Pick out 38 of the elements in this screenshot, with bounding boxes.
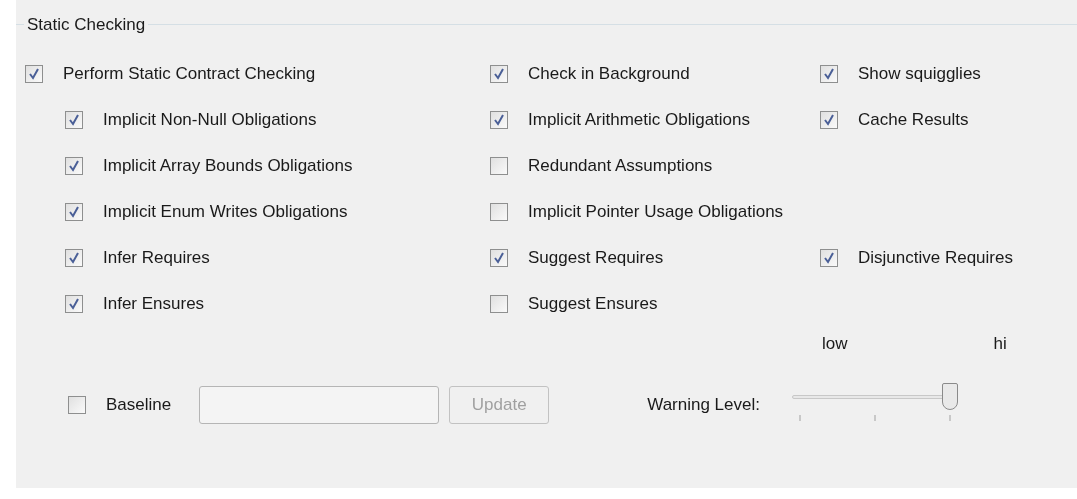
checkbox[interactable] [25,64,43,83]
warning-level-label: Warning Level: [647,393,760,416]
checkbox-label: Infer Ensures [103,292,205,315]
high-label: hi [993,332,1007,355]
checkbox-label: Implicit Non-Null Obligations [103,108,317,131]
checkbox-label: Show squigglies [858,62,981,85]
group-title: Static Checking [26,14,147,36]
checkbox[interactable] [68,395,86,414]
checkbox[interactable] [65,248,83,267]
checkbox-label: Implicit Arithmetic Obligations [528,108,751,131]
checkbox-label: Check in Background [528,62,690,85]
checkbox[interactable] [820,248,838,267]
checkbox-label: Suggest Requires [528,246,664,269]
checkbox-label: Cache Results [858,108,969,131]
checkbox[interactable] [490,110,508,129]
checkbox[interactable] [65,110,83,129]
checkbox-label: Implicit Pointer Usage Obligations [528,200,784,223]
checkbox-label: Implicit Enum Writes Obligations [103,200,348,223]
checkbox[interactable] [65,294,83,313]
checkbox[interactable] [490,64,508,83]
checkbox-label: Implicit Array Bounds Obligations [103,154,353,177]
checkbox[interactable] [490,294,508,313]
checkbox[interactable] [820,64,838,83]
slider-thumb[interactable] [942,382,958,410]
checkbox[interactable] [490,248,508,267]
checkbox-label: Disjunctive Requires [858,246,1013,269]
baseline-path-field[interactable] [199,385,440,424]
checkbox-label: Perform Static Contract Checking [63,62,316,85]
checkbox[interactable] [65,156,83,175]
checkbox-label: Infer Requires [103,246,210,269]
checkbox[interactable] [490,156,508,175]
checkbox-label: Redundant Assumptions [528,154,713,177]
low-label: low [822,332,848,355]
checkbox[interactable] [65,202,83,221]
checkbox-label: Suggest Ensures [528,292,658,315]
checkbox-label: Baseline [106,393,172,416]
checkbox[interactable] [490,202,508,221]
checkbox[interactable] [820,110,838,129]
